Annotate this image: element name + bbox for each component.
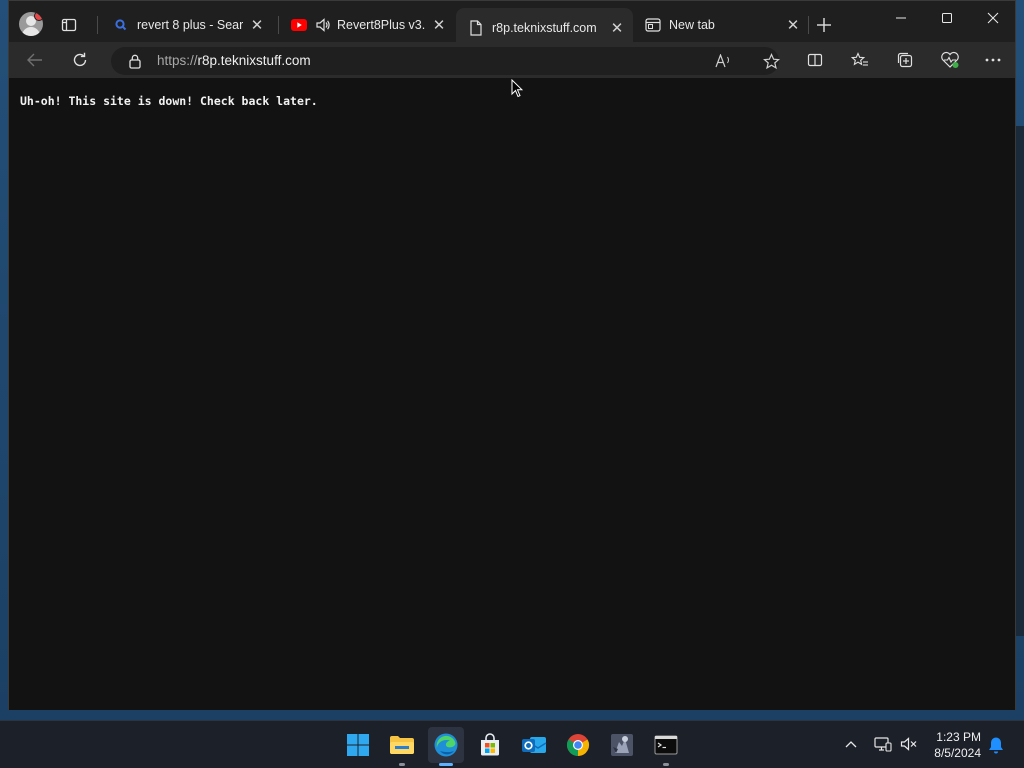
volume-muted-icon[interactable] (899, 735, 919, 753)
file-explorer-button[interactable] (384, 727, 420, 766)
show-hidden-icons-button[interactable] (842, 735, 860, 753)
tab-actions-icon[interactable] (59, 15, 79, 35)
tab-title: revert 8 plus - Search (137, 17, 243, 32)
navigation-toolbar: https://r8p.teknixstuff.com (9, 42, 1015, 78)
url-scheme: https:// (157, 53, 198, 68)
maximize-button[interactable] (924, 1, 970, 35)
tab-separator (97, 16, 98, 34)
edge-icon (434, 733, 458, 757)
mouse-pointer-icon (511, 78, 524, 103)
browser-window: revert 8 plus - Search ✕ Revert8Plus v3.… (8, 0, 1016, 710)
game-icon (611, 734, 633, 756)
youtube-icon (291, 17, 307, 33)
taskbar: 1:23 PM 8/5/2024 (0, 720, 1024, 768)
address-bar[interactable]: https://r8p.teknixstuff.com (111, 47, 780, 75)
new-tab-button[interactable] (812, 13, 836, 37)
split-screen-icon (807, 53, 823, 67)
clock-date: 8/5/2024 (934, 746, 981, 760)
tab-separator (808, 16, 809, 34)
split-screen-button[interactable] (805, 50, 825, 70)
edge-button[interactable] (428, 727, 464, 766)
url-text[interactable]: https://r8p.teknixstuff.com (157, 53, 311, 68)
terminal-icon (654, 735, 678, 755)
profile-avatar[interactable] (19, 12, 43, 36)
store-icon (481, 733, 499, 756)
tab-title: r8p.teknixstuff.com (492, 20, 597, 35)
desktop-window-edge (1016, 126, 1024, 636)
notifications-bell-icon[interactable] (986, 735, 1006, 755)
refresh-button[interactable] (68, 48, 92, 72)
outlook-icon (522, 737, 547, 753)
newtab-icon (645, 17, 661, 33)
minimize-icon (896, 17, 906, 19)
back-arrow-icon (27, 53, 42, 67)
chevron-up-icon (845, 741, 857, 748)
collections-button[interactable] (895, 50, 915, 70)
chrome-button[interactable] (560, 727, 596, 763)
folder-icon (390, 736, 414, 754)
close-icon[interactable]: ✕ (249, 17, 265, 34)
clock-time: 1:23 PM (936, 730, 981, 744)
tab-strip: revert 8 plus - Search ✕ Revert8Plus v3.… (9, 1, 1015, 47)
running-indicator (399, 763, 405, 766)
game-app-button[interactable] (604, 727, 640, 763)
running-indicator (439, 763, 453, 766)
close-window-button[interactable] (970, 1, 1016, 35)
settings-more-button[interactable] (983, 50, 1003, 70)
close-icon[interactable]: ✕ (785, 17, 801, 34)
windows-logo-icon (347, 734, 369, 756)
terminal-button[interactable] (648, 727, 684, 766)
close-icon[interactable]: ✕ (609, 20, 625, 37)
clock[interactable]: 1:23 PM 8/5/2024 (934, 729, 981, 761)
speaker-icon[interactable] (315, 17, 331, 33)
heart-pulse-icon (941, 51, 959, 68)
favorites-button[interactable] (850, 50, 870, 70)
page-icon (468, 19, 484, 36)
back-button[interactable] (23, 48, 47, 72)
search-icon (113, 17, 129, 33)
favorite-star-icon[interactable] (762, 52, 780, 70)
tab-title: Revert8Plus v3.1 (337, 17, 425, 32)
site-down-message: Uh-oh! This site is down! Check back lat… (20, 94, 318, 108)
refresh-icon (73, 52, 87, 67)
close-icon[interactable]: ✕ (431, 17, 447, 34)
plus-icon (817, 18, 831, 32)
running-indicator (663, 763, 669, 766)
page-viewport: Uh-oh! This site is down! Check back lat… (9, 78, 1015, 710)
close-icon (987, 12, 999, 24)
chrome-icon (567, 734, 589, 756)
more-icon (985, 58, 1001, 62)
favorites-icon (851, 52, 868, 66)
read-aloud-icon[interactable] (715, 52, 733, 70)
collections-icon (897, 52, 913, 68)
tab-title: New tab (669, 17, 715, 32)
network-icon[interactable] (873, 735, 893, 753)
tab-youtube[interactable]: Revert8Plus v3.1 ✕ (279, 8, 455, 41)
minimize-button[interactable] (878, 1, 924, 35)
store-button[interactable] (472, 727, 508, 763)
maximize-icon (942, 13, 952, 23)
start-button[interactable] (340, 727, 376, 763)
url-host: r8p.teknixstuff.com (197, 53, 311, 68)
outlook-button[interactable] (516, 727, 552, 763)
tab-search[interactable]: revert 8 plus - Search ✕ (101, 8, 273, 41)
tab-new[interactable]: New tab ✕ (633, 8, 809, 41)
lock-icon[interactable] (127, 53, 143, 69)
browser-essentials-button[interactable] (939, 50, 961, 70)
